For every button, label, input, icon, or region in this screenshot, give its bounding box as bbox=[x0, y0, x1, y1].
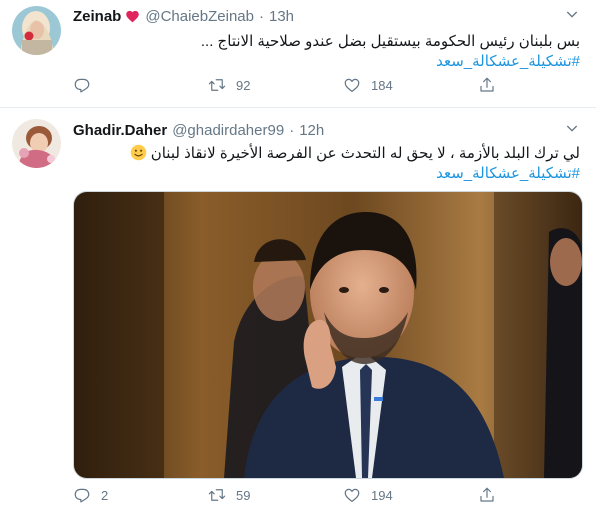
retweet-count: 59 bbox=[236, 487, 251, 503]
retweet-button[interactable]: 59 bbox=[208, 486, 343, 504]
like-button[interactable]: 194 bbox=[343, 486, 478, 504]
tweet-text: بس بلبنان رئيس الحكومة بيستقيل بضل عندو … bbox=[73, 32, 580, 72]
display-name[interactable]: Zeinab bbox=[73, 8, 121, 25]
tweet-text: لي ترك البلد بالأزمة ، لا يحق له التحدث … bbox=[73, 144, 580, 184]
tweet-text-line: لي ترك البلد بالأزمة ، لا يحق له التحدث … bbox=[150, 145, 580, 162]
timestamp[interactable]: 12h bbox=[299, 122, 324, 139]
reply-icon bbox=[74, 78, 90, 93]
like-icon bbox=[344, 78, 360, 92]
tweet-header: Ghadir.Daher @ghadirdaher99 · 12h bbox=[73, 120, 556, 140]
share-icon bbox=[480, 77, 494, 92]
like-count: 184 bbox=[371, 77, 393, 93]
reply-button[interactable] bbox=[73, 76, 208, 94]
avatar[interactable] bbox=[12, 6, 61, 55]
separator-dot: · bbox=[289, 121, 295, 139]
like-icon bbox=[344, 488, 360, 502]
chevron-down-icon[interactable] bbox=[562, 118, 582, 138]
separator-dot: · bbox=[258, 7, 264, 25]
tweet-actions: 2 59 194 bbox=[73, 485, 556, 505]
retweet-icon bbox=[208, 489, 226, 501]
hashtag-link[interactable]: #تشكيلة_عشكالة_سعد bbox=[73, 52, 580, 72]
display-name[interactable]: Ghadir.Daher bbox=[73, 122, 167, 139]
retweet-icon bbox=[208, 79, 226, 91]
slightly-smiling-face-icon bbox=[130, 144, 147, 161]
tweet[interactable]: Zeinab @ChaiebZeinab · 13h بس بلبنان رئي… bbox=[0, 0, 596, 108]
reply-count: 2 bbox=[101, 487, 109, 503]
tweet[interactable]: Ghadir.Daher @ghadirdaher99 · 12h لي ترك… bbox=[0, 108, 596, 514]
reply-button[interactable]: 2 bbox=[73, 486, 208, 504]
like-count: 194 bbox=[371, 487, 393, 503]
avatar[interactable] bbox=[12, 119, 61, 168]
retweet-count: 92 bbox=[236, 77, 251, 93]
chevron-down-icon[interactable] bbox=[562, 4, 582, 24]
username-handle[interactable]: @ChaiebZeinab bbox=[145, 8, 254, 25]
timestamp[interactable]: 13h bbox=[269, 8, 294, 25]
retweet-button[interactable]: 92 bbox=[208, 76, 343, 94]
share-button[interactable] bbox=[478, 486, 496, 504]
tweet-header: Zeinab @ChaiebZeinab · 13h bbox=[73, 6, 556, 26]
share-button[interactable] bbox=[478, 76, 496, 94]
reply-icon bbox=[74, 488, 90, 503]
timeline-feed: Zeinab @ChaiebZeinab · 13h بس بلبنان رئي… bbox=[0, 0, 596, 513]
hashtag-link[interactable]: #تشكيلة_عشكالة_سعد bbox=[73, 164, 580, 184]
share-icon bbox=[480, 487, 494, 502]
tweet-actions: 92 184 bbox=[73, 75, 556, 95]
username-handle[interactable]: @ghadirdaher99 bbox=[172, 122, 284, 139]
tweet-photo[interactable] bbox=[73, 191, 583, 479]
red-heart-icon bbox=[125, 9, 140, 24]
like-button[interactable]: 184 bbox=[343, 76, 478, 94]
tweet-text-line: بس بلبنان رئيس الحكومة بيستقيل بضل عندو … bbox=[200, 33, 580, 50]
